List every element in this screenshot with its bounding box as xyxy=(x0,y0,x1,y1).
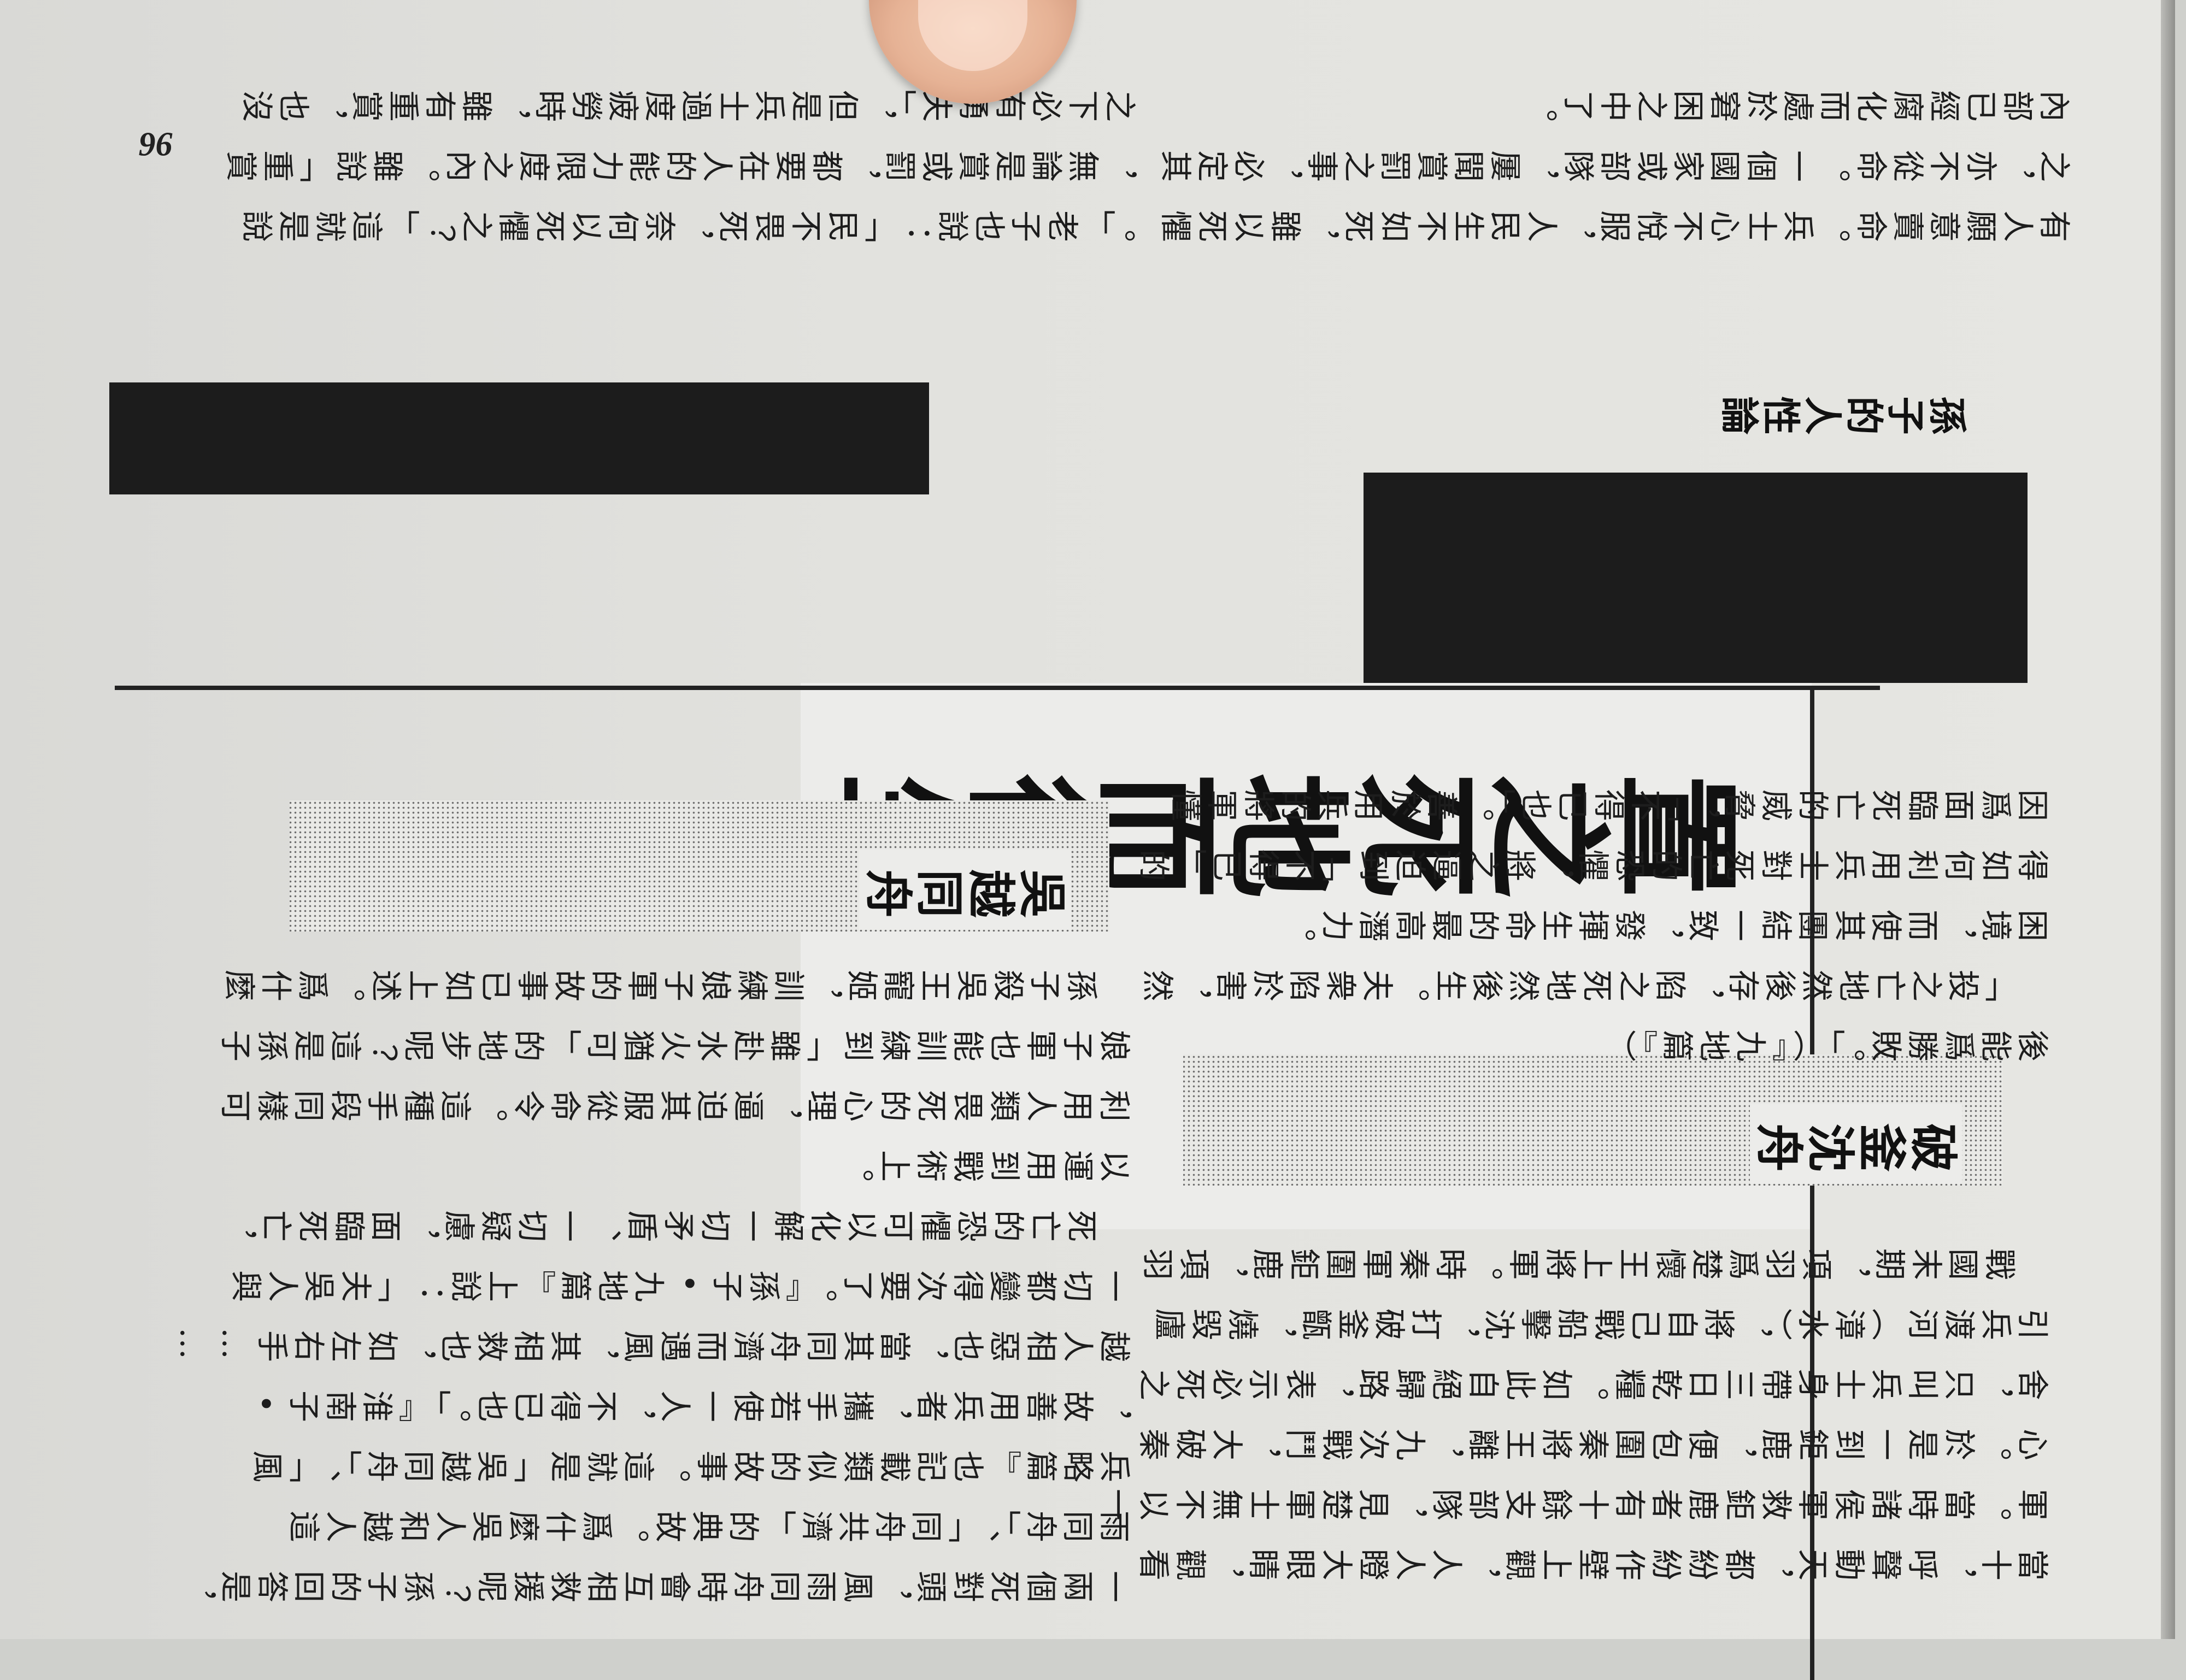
text-line: 以運用到戰術上。 xyxy=(838,1145,1131,1182)
title-rule xyxy=(115,686,1880,690)
text-line: 舍，只叫兵士身帶三日乾糧。如此自絕歸路，表示必死之 xyxy=(1134,1363,2049,1400)
text-line: 娘子軍也能訓練到「雖赴水火猶可」的地步呢？這是孫子 xyxy=(216,1024,1131,1062)
rotated-page-content: 96 有人願意賣命。兵士心不悅服，人民生不如死，雖以死懼 之，亦不從命。一個國家… xyxy=(0,0,2186,1680)
text-line: 一切都變得次要了。『孫子•九地篇』上說：「夫吳人與 xyxy=(226,1265,1131,1302)
text-line: 內部已經腐化而處於窘困之中了。 xyxy=(1522,85,2071,122)
text-line: 當十，呼聲動天，都紛紛作壁上觀，人人瞪大眼睛，觀看 xyxy=(1134,1543,2049,1581)
text-line: 後能爲勝敗。」（『九地篇』） xyxy=(1600,1024,2049,1062)
text-line: 戰國末期，項羽爲楚懷王上將軍。時秦軍圍鉅鹿，項羽 xyxy=(1138,1243,2017,1280)
text-line: 。」老子也說：「民不畏死，奈何以死懼之？」這就是說 xyxy=(237,205,1137,242)
page-number: 96 xyxy=(138,126,173,163)
text-line: 「投之亡地然後存，陷之死地然後生。夫衆陷於害，然 xyxy=(1138,964,2017,1001)
text-line: 心。於是一到鉅鹿，便包圍秦將王離，九次戰鬥，大破秦 xyxy=(1134,1423,2049,1460)
black-band-right xyxy=(1364,473,2028,683)
text-line: 兵略篇』也記載類似的故事。這就是「吳越同舟」、「風 xyxy=(248,1445,1131,1482)
thumbnail-nail xyxy=(918,0,1027,71)
text-line: 一兩個死對頭，風雨同舟時會互相救援呢？孫子的回答是， xyxy=(179,1565,1131,1602)
text-line: 因爲面臨死亡的威脅，「不得已也」。善於用兵的將軍懂 xyxy=(1166,784,2049,821)
text-line: 越人相惡也，當其同舟濟而遇風，其相救也，如左右手…… xyxy=(168,1325,1131,1362)
book-page: 96 有人願意賣命。兵士心不悅服，人民生不如死，雖以死懼 之，亦不從命。一個國家… xyxy=(0,0,2175,1680)
black-band-left xyxy=(109,382,929,494)
section-heading: 破釜沈舟 xyxy=(1750,1104,1962,1184)
text-line: 有人願意賣命。兵士心不悅服，人民生不如死，雖以死懼 xyxy=(1156,205,2071,242)
text-line: 引兵渡河（漳水），將自己戰船擊沈，打破釜甑，燒毀廬 xyxy=(1150,1303,2049,1340)
text-line: 死亡的恐懼可以化解一切矛盾、一切疑慮，面臨死亡， xyxy=(220,1205,1098,1242)
text-line: 雨同舟」、「同舟共濟」的典故。爲什麼吳人和越人這 xyxy=(284,1505,1131,1542)
text-line: 軍。當時諸侯軍救鉅鹿者有十餘支部隊，見楚軍士無不以一 xyxy=(1097,1483,2049,1520)
section-heading: 吳越同舟 xyxy=(859,850,1071,930)
text-line: ，無論是賞或罰，都要在人的能力限度之內。雖說「重賞 xyxy=(221,145,1137,182)
text-line: ，故善用兵者，攜手若使一人，不得已也。」『淮南子• xyxy=(242,1385,1131,1422)
text-line: 孫子殺吳王寵姬，訓練娘子軍的故事已如上述。爲什麼 xyxy=(220,964,1098,1001)
text-line: 之，亦不從命。一個國家或部隊，屢聞賞罰之事，必定其 xyxy=(1156,145,2071,182)
text-line: 困境，而使其團結一致，發揮生命的最高潛力。 xyxy=(1280,904,2049,941)
text-line: 得如何利用兵士對死亡的恐懼，將之逼迫到「不得已」的 xyxy=(1134,844,2049,881)
running-head: 孫子的人性論 xyxy=(1718,390,1967,435)
text-line: 利用人類畏死的心理，逼迫其服從命令。這種手段同樣可 xyxy=(216,1084,1131,1122)
